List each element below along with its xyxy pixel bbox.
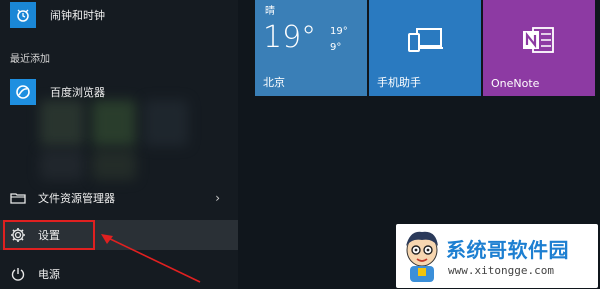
weather-tile[interactable]: 晴 19° 19° 9° 北京	[255, 0, 367, 96]
onenote-icon	[521, 24, 555, 60]
watermark-title: 系统哥软件园	[446, 238, 569, 262]
phone-assistant-label: 手机助手	[377, 76, 421, 89]
weather-city: 北京	[263, 76, 285, 89]
phone-assistant-tile[interactable]: 手机助手	[369, 0, 481, 96]
watermark-url: www.xitongge.com	[448, 264, 554, 277]
site-watermark: 系统哥软件园 www.xitongge.com	[396, 224, 598, 288]
onenote-tile[interactable]: OneNote	[483, 0, 595, 96]
weather-condition: 晴	[265, 6, 275, 17]
onenote-label: OneNote	[491, 77, 540, 90]
mascot-logo	[400, 228, 444, 288]
phone-laptop-icon	[407, 26, 443, 58]
low-temperature: 9°	[330, 42, 342, 53]
high-temperature: 19°	[330, 26, 348, 37]
current-temperature: 19°	[263, 20, 317, 55]
